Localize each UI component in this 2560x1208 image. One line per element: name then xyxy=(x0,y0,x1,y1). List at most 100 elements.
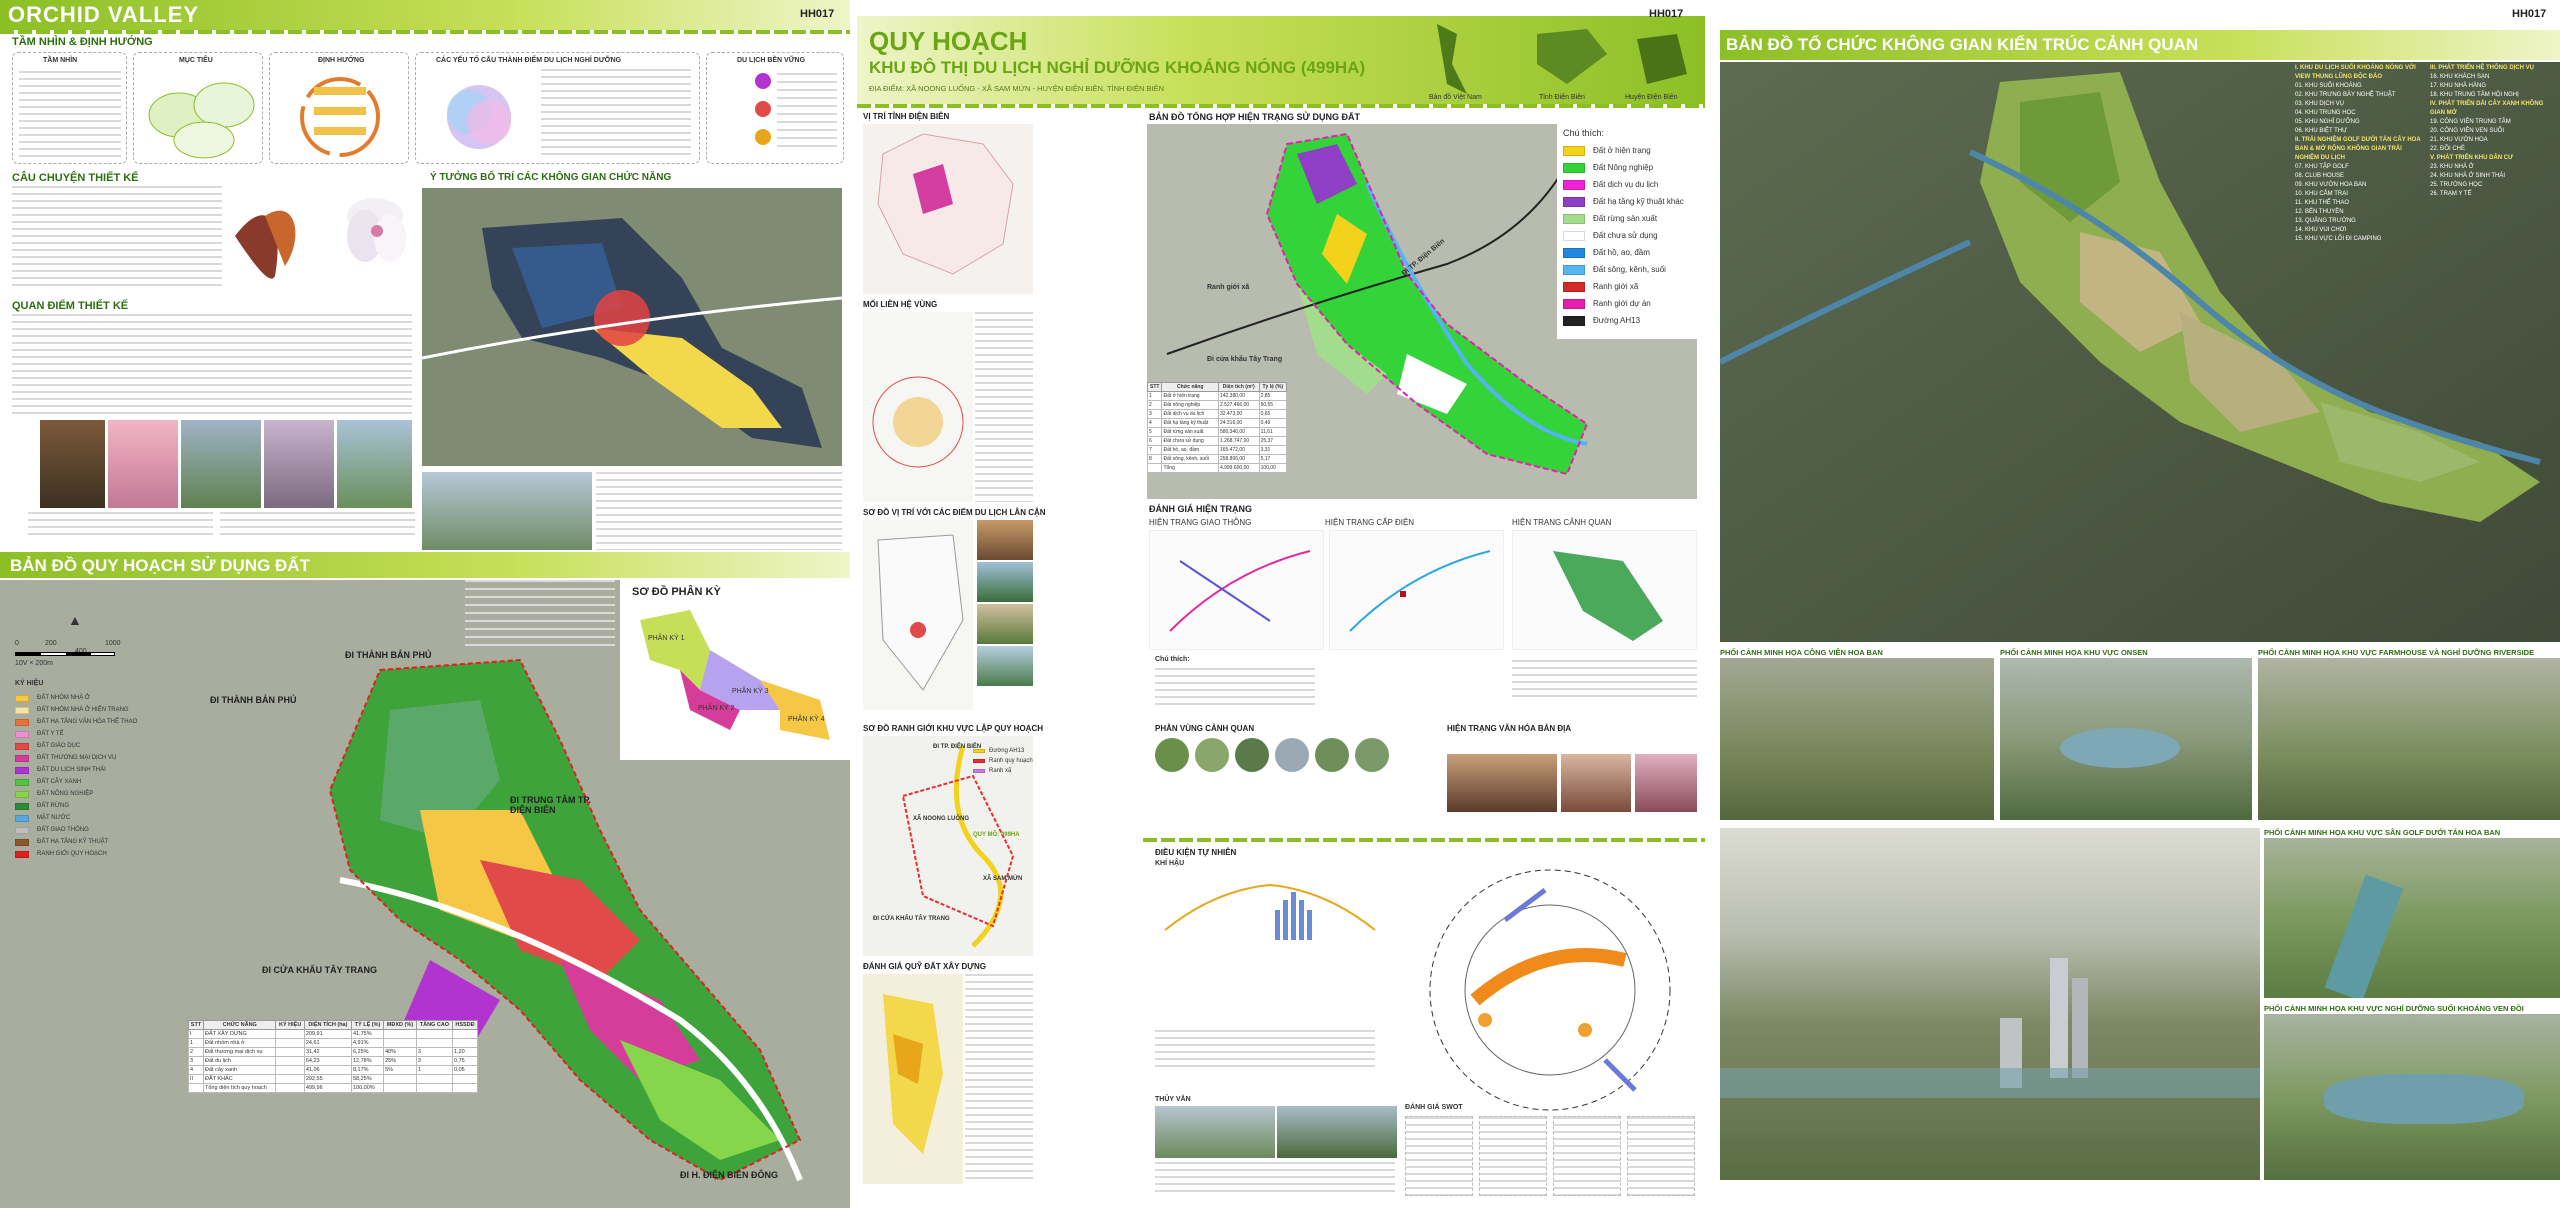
legend-item: Đất sông, kênh, suối xyxy=(1563,261,1684,278)
table-cell: 1 xyxy=(1147,391,1163,401)
photo-hydro-2 xyxy=(1277,1106,1397,1158)
swot-weaknesses xyxy=(1479,1116,1547,1196)
zone-label: PHÂN KỲ 3 xyxy=(732,688,769,695)
vision-heading: TẦM NHÌN & ĐỊNH HƯỚNG xyxy=(12,36,153,48)
table-cell: 50,55 xyxy=(1258,400,1288,410)
text-block xyxy=(541,69,691,157)
caption-text xyxy=(28,512,213,538)
table-row: 7 Đất hồ, ao, đầm 165.472,00 3,31 xyxy=(1147,445,1288,455)
legend-item: MẶT NƯỚC xyxy=(15,812,165,824)
map-label-boundary: Ranh giới xã xyxy=(1207,284,1250,291)
swot-opportunities xyxy=(1553,1116,1621,1196)
table-row: II ĐẤT KHÁC 292,55 58,25% xyxy=(188,1074,478,1084)
table-cell: Đất thương mại dịch vụ xyxy=(202,1047,277,1057)
table-header-cell: TẦNG CAO xyxy=(415,1020,454,1030)
plan-index-item: 13. QUẢNG TRƯỜNG xyxy=(2295,218,2356,224)
table-cell: ĐẤT XÂY DỰNG xyxy=(202,1029,277,1039)
table-cell xyxy=(415,1074,454,1084)
legend-label: Ranh quy hoạch xyxy=(989,758,1033,764)
master-plan: I. KHU DU LỊCH SUỐI KHOÁNG NÓNG VỚI VIEW… xyxy=(1720,62,2560,642)
photo-house xyxy=(40,420,105,508)
hydro-label: THỦY VĂN xyxy=(1155,1096,1191,1103)
legend-label: ĐẤT CÂY XANH xyxy=(37,779,82,785)
legend-label: ĐẤT NÔNG NGHIỆP xyxy=(37,791,94,797)
table-cell: Đất sông, kênh, suối xyxy=(1161,454,1219,464)
caption-2: PHỐI CẢNH MINH HỌA KHU VỰC ONSEN xyxy=(2000,648,2148,657)
province-map-graphic xyxy=(877,133,1014,275)
location-maps xyxy=(1437,24,1687,94)
legend-label: Đất Nông nghiệp xyxy=(1593,163,1654,172)
plan-index-item: 23. KHU NHÀ Ở xyxy=(2430,164,2474,170)
landscape-thumb xyxy=(1195,738,1229,772)
legend-item: ĐẤT DU LỊCH SINH THÁI xyxy=(15,764,165,776)
landscape-map xyxy=(1512,530,1697,650)
plan-index-item: 15. KHU VỰC LỐI ĐI CAMPING xyxy=(2295,236,2382,242)
table-row: 8 Đất sông, kênh, suối 258.806,00 5,17 xyxy=(1147,454,1288,464)
table-cell: 41,06 xyxy=(303,1065,352,1075)
goal-diagram xyxy=(148,82,255,159)
table-cell: Đất hồ, ao, đầm xyxy=(1161,445,1219,455)
step-2-icon xyxy=(755,101,771,117)
nature-heading: ĐIỀU KIỆN TỰ NHIÊN xyxy=(1155,848,1237,857)
legend-swatch xyxy=(1563,281,1585,292)
table-cell: 31,42 xyxy=(303,1047,352,1057)
table-cell: Tổng diện tích quy hoạch xyxy=(202,1083,277,1093)
plan-index-item: 25. TRƯỜNG HỌC xyxy=(2430,182,2483,188)
project-code: HH017 xyxy=(800,8,835,20)
photo-hydro-1 xyxy=(1155,1106,1275,1158)
climate-text xyxy=(1155,1030,1375,1070)
landscape-thumb xyxy=(1355,738,1389,772)
legend-label: ĐẤT DU LỊCH SINH THÁI xyxy=(37,767,106,773)
table-cell xyxy=(1147,463,1163,473)
legend-label: Ranh giới xã xyxy=(1593,282,1639,291)
table-cell xyxy=(275,1029,305,1039)
zoning-heading: SƠ ĐỒ PHÂN KỲ xyxy=(632,586,721,598)
legend-item: ĐẤT NÔNG NGHIỆP xyxy=(15,788,165,800)
legend-item: ĐẤT CÂY XANH xyxy=(15,776,165,788)
zoning-text xyxy=(465,580,615,650)
legend-swatch xyxy=(1563,162,1585,173)
scale-note: 10V × 200m xyxy=(15,660,53,667)
zoning-graphic xyxy=(640,610,830,740)
table-header: STT CHỨC NĂNG KÝ HIỆU DIỆN TÍCH (ha) TỶ LỆ (… xyxy=(188,1020,478,1030)
table-cell xyxy=(452,1038,478,1048)
divider xyxy=(857,104,1705,108)
table-cell xyxy=(383,1083,417,1093)
table-cell: 12,78% xyxy=(350,1056,385,1066)
legend-label: Ranh xã xyxy=(989,768,1012,774)
render-hillside xyxy=(2264,1014,2560,1180)
boundary-map: ĐI TP. ĐIỆN BIÊN XÃ NOONG LUỐNG XÃ SAM M… xyxy=(863,736,1033,956)
legend-swatch xyxy=(15,778,29,786)
address: ĐỊA ĐIỂM: XÃ NOONG LUỐNG - XÃ SAM MỨN - … xyxy=(869,84,1165,93)
plan-index-item: 04. KHU TRUNG HỌC xyxy=(2295,110,2356,116)
plan-index-item: 10. KHU CẮM TRẠI xyxy=(2295,191,2348,197)
table-header-cell: HSSDĐ xyxy=(452,1020,478,1030)
landscape-thumb xyxy=(1235,738,1269,772)
region-text xyxy=(975,312,1033,502)
story-text xyxy=(12,186,222,290)
eval-legend-title: Chú thích: xyxy=(1155,656,1190,663)
table-cell: Đất nông nghiệp xyxy=(1161,400,1219,410)
legend-item: Ranh xã xyxy=(973,766,1033,776)
page-title: ORCHID VALLEY xyxy=(8,2,200,27)
story-heading: CÂU CHUYỆN THIẾT KẾ xyxy=(12,172,139,184)
table-cell: 3 xyxy=(415,1047,454,1057)
region-map-graphic xyxy=(872,376,964,468)
status-table: STT Chức năng Diện tích (m²) Tỷ lệ (%) 1 Đất … xyxy=(1147,382,1288,473)
legend-swatch xyxy=(973,749,985,753)
tourism-map xyxy=(863,520,973,710)
wind-rose-diagram xyxy=(1429,869,1671,1111)
legend-label: MẶT NƯỚC xyxy=(37,815,71,821)
table-cell xyxy=(383,1038,417,1048)
table-row: 4 Đất hạ tầng kỹ thuật 24.316,00 0,49 xyxy=(1147,418,1288,428)
plan-index-item: 26. TRẠM Y TẾ xyxy=(2430,191,2472,197)
photo-waterfall xyxy=(337,420,412,508)
climate-chart xyxy=(1155,870,1385,950)
legend-item: Đất dịch vụ du lịch xyxy=(1563,176,1684,193)
legend-label: ĐẤT Y TẾ xyxy=(37,731,64,737)
table-cell: 142.380,00 xyxy=(1217,391,1260,401)
table-cell xyxy=(188,1083,204,1093)
table-header-cell: CHỨC NĂNG xyxy=(202,1020,277,1030)
table-cell: 2.527.466,00 xyxy=(1217,400,1260,410)
traffic-map-graphic xyxy=(1169,550,1311,632)
